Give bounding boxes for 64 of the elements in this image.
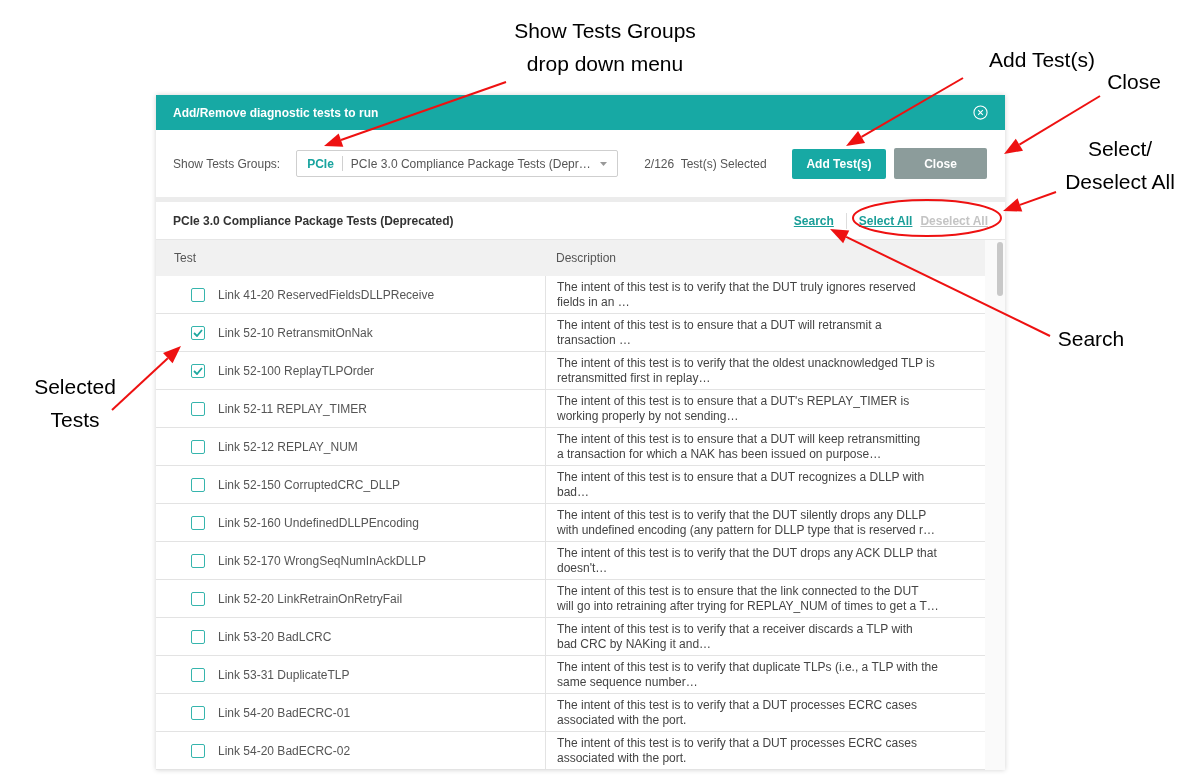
checkbox[interactable] [191, 629, 205, 644]
checkbox[interactable] [191, 287, 205, 302]
test-name: Link 41-20 ReservedFieldsDLLPReceive [218, 286, 435, 304]
test-name: Link 52-10 RetransmitOnNak [218, 324, 373, 342]
group-select-label: Show Tests Groups: [173, 155, 281, 173]
action-link[interactable]: Search [793, 211, 834, 230]
annotation-label: Add Test(s) [989, 47, 1095, 73]
test-name: Link 52-150 CorruptedCRC_DLLP [218, 476, 401, 494]
dialog-title: Add/Remove diagnostic tests to run [173, 104, 379, 122]
add-tests-button[interactable]: Add Test(s) [792, 148, 886, 179]
caret-icon [600, 161, 608, 166]
test-description: The intent of this test is to verify that the DUT silently drops any DLLP with undefined encoding (any pattern for DLLP type that is reserved r… [557, 507, 935, 538]
test-description: The intent of this test is to verify that a DUT processes ECRC cases associated with the port. [557, 735, 917, 766]
action-link[interactable]: Select All [858, 211, 913, 230]
annotation-label: Search [1057, 326, 1125, 352]
test-name: Link 52-170 WrongSeqNumInAckDLLP [218, 552, 426, 570]
annotation-label: Show Tests Groups drop down menu [514, 18, 696, 77]
test-name: Link 52-100 ReplayTLPOrder [218, 362, 375, 380]
checkbox[interactable] [191, 401, 205, 416]
checkbox[interactable] [191, 553, 205, 568]
test-name: Link 52-20 LinkRetrainOnRetryFail [218, 590, 403, 608]
test-description: The intent of this test is to ensure that a DUT recognizes a DLLP with bad… [557, 469, 925, 500]
group-select-value: PCIe 3.0 Compliance Package Tests (Depr… [350, 155, 591, 173]
scrollbar-thumb[interactable] [997, 242, 1003, 296]
test-description: The intent of this test is to verify that the DUT truly ignores reserved fields in an … [557, 279, 916, 310]
group-select[interactable]: PCIe PCIe 3.0 Compliance Package Tests (Depr… [296, 150, 619, 177]
section-title: PCIe 3.0 Compliance Package Tests (Deprecated) [173, 212, 454, 230]
checkbox[interactable] [191, 477, 205, 492]
test-description: The intent of this test is to ensure that a DUT will retransmit a transaction … [557, 317, 882, 348]
test-name: Link 54-20 BadECRC-02 [218, 742, 351, 760]
test-description: The intent of this test is to verify that the oldest unacknowledged TLP is retransmitted first in replay… [557, 355, 935, 386]
checkbox[interactable] [191, 667, 205, 682]
checkbox[interactable] [191, 363, 205, 378]
test-name: Link 54-20 BadECRC-01 [218, 704, 351, 722]
checkbox[interactable] [191, 591, 205, 606]
checkbox[interactable] [191, 705, 205, 720]
checkmark-icon [193, 366, 203, 375]
close-button[interactable]: Close [894, 148, 987, 179]
test-description: The intent of this test is to ensure that a DUT's REPLAY_TIMER is working properly by not sending… [557, 393, 910, 424]
test-name: Link 53-20 BadLCRC [218, 628, 332, 646]
group-tag: PCIe [307, 154, 334, 173]
test-name: Link 52-11 REPLAY_TIMER [218, 400, 367, 418]
checkbox[interactable] [191, 743, 205, 758]
test-name: Link 53-31 DuplicateTLP [218, 666, 350, 684]
column-header: Description [556, 250, 617, 267]
annotation-label: Selected Tests [34, 374, 116, 433]
test-description: The intent of this test is to verify that duplicate TLPs (i.e., a TLP with the same sequence number… [557, 659, 938, 690]
test-description: The intent of this test is to ensure that a DUT will keep retransmitting a transaction for which a NAK has been issued on purpose… [557, 431, 921, 462]
selected-count: 2/126 Test(s) Selected [644, 155, 767, 173]
annotation-label: Close [1107, 69, 1161, 95]
test-description: The intent of this test is to verify that the DUT drops any ACK DLLP that doesn't… [557, 545, 937, 576]
checkbox[interactable] [191, 439, 205, 454]
callout-arrow [1003, 191, 1057, 212]
checkmark-icon [193, 328, 203, 337]
checkbox[interactable] [191, 325, 205, 340]
test-name: Link 52-12 REPLAY_NUM [218, 438, 358, 456]
close-icon[interactable] [973, 105, 988, 120]
checkbox[interactable] [191, 515, 205, 530]
test-description: The intent of this test is to verify that a DUT processes ECRC cases associated with the port. [557, 697, 917, 728]
test-description: The intent of this test is to ensure that the link connected to the DUT will go into retraining after trying for REPLAY_NUM of times to get a T… [557, 583, 939, 614]
column-header: Test [174, 250, 197, 267]
annotation-label: Select/ Deselect All [1065, 136, 1175, 195]
test-name: Link 52-160 UndefinedDLLPEncoding [218, 514, 419, 532]
test-description: The intent of this test is to verify that a receiver discards a TLP with bad CRC by NAKing it and… [557, 621, 913, 652]
